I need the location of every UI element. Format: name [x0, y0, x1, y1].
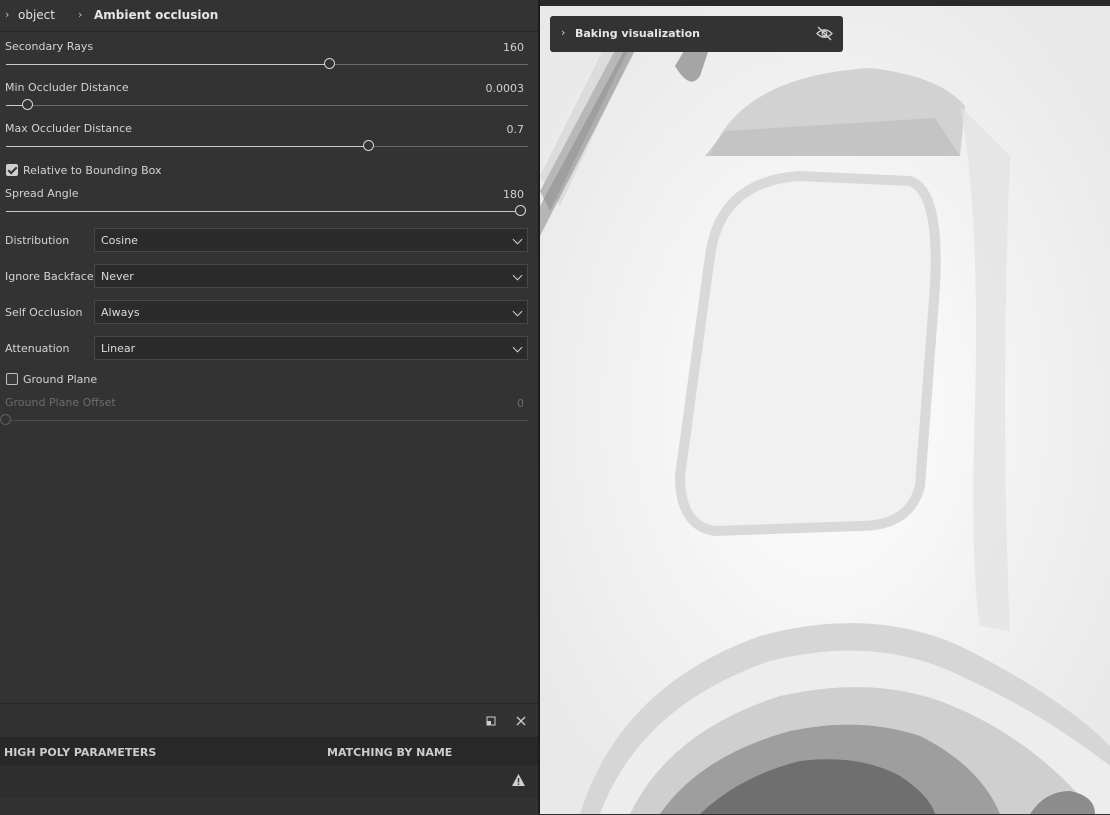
slider-handle[interactable] [22, 99, 33, 110]
properties-panel: › object › Ambient occlusion Secondary R… [0, 0, 538, 815]
chevron-right-icon: › [78, 8, 83, 21]
attenuation-dropdown[interactable]: Linear [94, 336, 528, 360]
table-row[interactable] [0, 765, 538, 798]
undock-icon[interactable] [486, 716, 496, 726]
chevron-down-icon [512, 342, 523, 353]
spread-angle-slider[interactable] [6, 205, 526, 216]
min-occluder-distance-value[interactable]: 0.0003 [486, 82, 525, 95]
high-poly-parameters-header: HIGH POLY PARAMETERS [4, 746, 157, 759]
slider-handle[interactable] [515, 205, 526, 216]
spread-angle-value[interactable]: 180 [503, 188, 524, 201]
relative-to-bounding-box-label: Relative to Bounding Box [23, 164, 162, 177]
ground-plane-offset-value: 0 [517, 397, 524, 410]
slider-handle[interactable] [324, 58, 335, 69]
distribution-selected: Cosine [101, 234, 138, 247]
breadcrumb-ambient-occlusion[interactable]: Ambient occlusion [94, 8, 218, 22]
slider-handle[interactable] [363, 140, 374, 151]
attenuation-label: Attenuation [5, 342, 70, 355]
ground-plane-label: Ground Plane [23, 373, 98, 386]
ignore-backface-label: Ignore Backface [5, 270, 94, 283]
max-occluder-distance-slider[interactable] [6, 140, 528, 151]
secondary-rays-label: Secondary Rays [5, 40, 94, 53]
table-header: HIGH POLY PARAMETERS MATCHING BY NAME [0, 737, 538, 765]
ground-plane-offset-slider [0, 414, 528, 425]
close-icon[interactable] [516, 716, 526, 726]
baked-ao-render [540, 6, 1110, 814]
slider-fill [6, 211, 521, 212]
ignore-backface-dropdown[interactable]: Never [94, 264, 528, 288]
baking-visualization-panel[interactable]: › Baking visualization [550, 16, 843, 52]
min-occluder-distance-label: Min Occluder Distance [5, 81, 129, 94]
chevron-down-icon [512, 234, 523, 245]
max-occluder-distance-label: Max Occluder Distance [5, 122, 132, 135]
slider-fill [6, 64, 330, 65]
min-occluder-distance-slider[interactable] [6, 99, 528, 110]
chevron-right-icon: › [561, 26, 566, 39]
secondary-rays-slider[interactable] [6, 58, 528, 69]
3d-viewport[interactable] [540, 6, 1110, 814]
chevron-right-icon: › [5, 8, 10, 21]
baking-visualization-title[interactable]: Baking visualization [575, 27, 700, 40]
self-occlusion-selected: Always [101, 306, 140, 319]
chevron-down-icon [512, 270, 523, 281]
slider-fill [6, 146, 369, 147]
slider-handle [0, 414, 11, 425]
secondary-rays-value[interactable]: 160 [503, 41, 524, 54]
self-occlusion-label: Self Occlusion [5, 306, 83, 319]
attenuation-selected: Linear [101, 342, 136, 355]
ground-plane-offset-label: Ground Plane Offset [5, 396, 116, 409]
chevron-down-icon [512, 306, 523, 317]
breadcrumb: › object › Ambient occlusion [0, 0, 538, 32]
distribution-label: Distribution [5, 234, 70, 247]
ignore-backface-selected: Never [101, 270, 134, 283]
warning-icon [512, 774, 525, 786]
self-occlusion-dropdown[interactable]: Always [94, 300, 528, 324]
eye-off-icon[interactable] [816, 26, 833, 41]
high-poly-panel: HIGH POLY PARAMETERS MATCHING BY NAME [0, 703, 538, 815]
distribution-dropdown[interactable]: Cosine [94, 228, 528, 252]
max-occluder-distance-value[interactable]: 0.7 [507, 123, 525, 136]
matching-by-name-header[interactable]: MATCHING BY NAME [327, 746, 452, 759]
breadcrumb-object[interactable]: object [18, 8, 55, 22]
relative-to-bounding-box-checkbox[interactable] [6, 164, 18, 176]
ground-plane-checkbox[interactable] [6, 373, 18, 385]
spread-angle-label: Spread Angle [5, 187, 79, 200]
